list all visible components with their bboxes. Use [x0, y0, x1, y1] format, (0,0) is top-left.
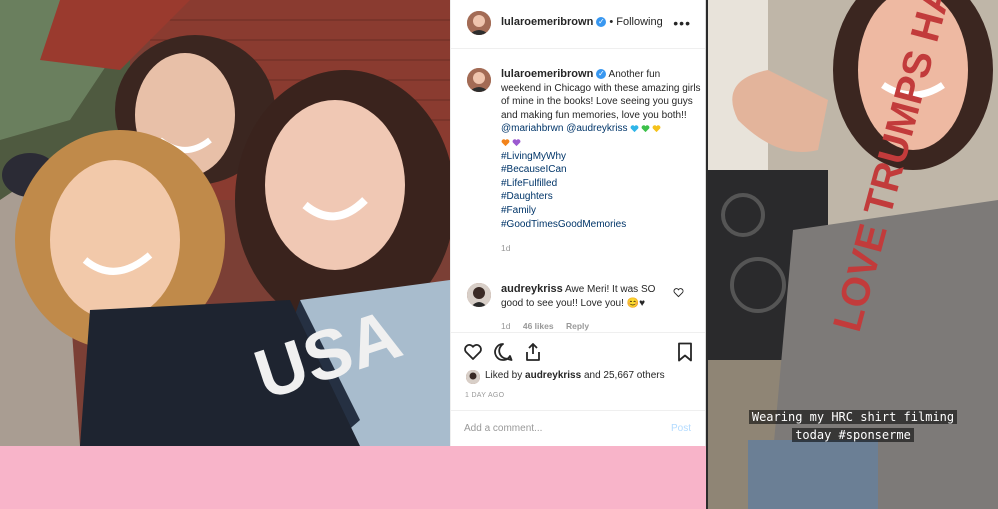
liked-by-text: Liked by audreykriss and 25,667 others — [485, 370, 665, 381]
verified-badge-icon: ✓ — [596, 69, 607, 80]
liked-by-prefix: Liked by — [485, 370, 526, 381]
hashtag-family[interactable]: #Family — [501, 204, 701, 218]
hashtag-goodtimesgoodmemories[interactable]: #GoodTimesGoodMemories — [501, 218, 701, 232]
post-comment-button[interactable]: Post — [671, 423, 691, 434]
pink-band — [0, 446, 706, 509]
share-icon[interactable] — [523, 342, 543, 362]
save-bookmark-icon[interactable] — [677, 342, 693, 362]
hashtag-daughters[interactable]: #Daughters — [501, 190, 701, 204]
comment-bubble-icon[interactable] — [493, 342, 513, 362]
post-header: lularoemeribrown ✓ • Following ••• — [451, 0, 705, 49]
like-heart-icon[interactable] — [463, 342, 483, 362]
comment-timestamp: 1d — [501, 321, 511, 332]
liked-by-count[interactable]: and 25,667 others — [581, 370, 665, 381]
post-panel: lularoemeribrown ✓ • Following ••• lularo… — [450, 0, 706, 446]
liker-avatar[interactable] — [466, 370, 480, 384]
selfie-photo: USA — [0, 0, 450, 446]
author-avatar[interactable] — [467, 11, 491, 35]
add-comment-input[interactable]: Add a comment... — [464, 423, 542, 434]
orange-heart-icon — [501, 139, 510, 146]
more-options-icon[interactable]: ••• — [673, 15, 691, 31]
add-comment-bar: Add a comment... Post — [451, 410, 705, 447]
liked-by-user[interactable]: audreykriss — [525, 370, 581, 381]
hashtag-livingmywhy[interactable]: #LivingMyWhy — [501, 150, 701, 164]
post-actions: Liked by audreykriss and 25,667 others 1… — [451, 332, 705, 409]
commenter-avatar[interactable] — [467, 283, 491, 307]
mention-audreykriss[interactable]: @audreykriss — [566, 123, 627, 134]
story-photo: LOVE TRUMPS HATE Wearing my HRC shirt fi… — [708, 0, 998, 509]
caption-avatar[interactable] — [467, 68, 491, 92]
author-username[interactable]: lularoemeribrown — [501, 16, 593, 28]
green-heart-icon — [641, 125, 650, 133]
purple-heart-icon — [512, 139, 521, 146]
post-photo[interactable]: USA — [0, 0, 450, 446]
comment-reply-button[interactable]: Reply — [566, 321, 589, 331]
yellow-heart-icon — [652, 125, 661, 133]
comment-likes[interactable]: 46 likes — [523, 321, 554, 331]
verified-badge-icon: ✓ — [596, 17, 607, 28]
caption-timestamp: 1d — [501, 243, 511, 254]
comment-like-heart-icon[interactable] — [673, 287, 684, 298]
caption-username[interactable]: lularoemeribrown — [501, 68, 593, 80]
post-caption: lularoemeribrown ✓ Another fun weekend in… — [501, 68, 701, 256]
hashtag-becauseican[interactable]: #BecauseICan — [501, 163, 701, 177]
comment: audreykriss Awe Meri! It was SO good to … — [501, 283, 671, 334]
commenter-username[interactable]: audreykriss — [501, 283, 563, 295]
hashtag-lifefulfilled[interactable]: #LifeFulfilled — [501, 177, 701, 191]
blue-heart-icon — [630, 125, 639, 133]
mention-mariahbrwn[interactable]: @mariahbrwn — [501, 123, 563, 134]
post-date: 1 DAY AGO — [465, 392, 505, 399]
following-status[interactable]: • Following — [609, 16, 662, 28]
story-caption-line-1: Wearing my HRC shirt filming — [708, 409, 998, 426]
story-caption-line-2: today #sponserme — [708, 427, 998, 444]
